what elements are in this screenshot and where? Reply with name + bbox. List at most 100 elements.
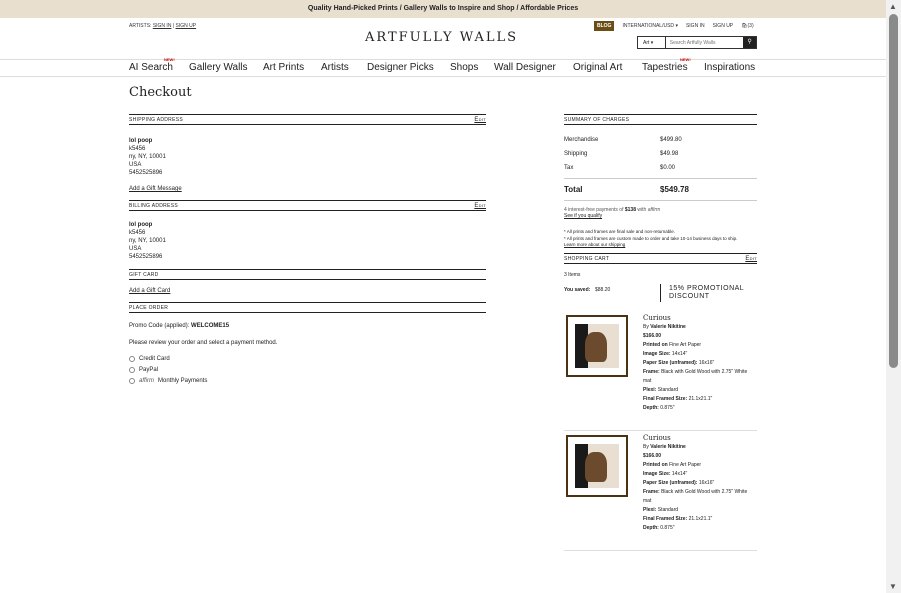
- promo-code: WELCOME15: [191, 323, 230, 329]
- learn-shipping-link[interactable]: Learn more about our shipping: [564, 242, 625, 247]
- shipping-note: * All prints and frames are custom made …: [564, 236, 738, 241]
- nav-art-prints[interactable]: Art Prints: [263, 62, 304, 73]
- sale-note: * All prints and frames are final sale a…: [564, 229, 676, 234]
- search-scope-select[interactable]: Art ▾: [638, 37, 666, 48]
- item-details: Curious By Valerie Nikitine $166.00 Prin…: [643, 433, 755, 533]
- nav-shops[interactable]: Shops: [450, 62, 478, 73]
- region-label: INTERNATIONAL/USD: [622, 23, 675, 29]
- search-button[interactable]: ⚲: [743, 37, 756, 48]
- radio-button[interactable]: [129, 378, 135, 384]
- scroll-down-icon[interactable]: ▼: [889, 582, 897, 591]
- cart-link[interactable]: 🛍(3): [741, 23, 753, 29]
- nav-inspirations[interactable]: Inspirations: [704, 62, 755, 73]
- see-if-qualify-link[interactable]: See if you qualify: [564, 213, 602, 219]
- image-size-label: Image Size:: [643, 351, 671, 357]
- billing-heading: Billing Address: [129, 202, 178, 209]
- billing-phone: 5452525896: [129, 254, 163, 260]
- scrollbar-thumb[interactable]: [889, 14, 898, 368]
- search-bar: Art ▾ ⚲: [637, 36, 757, 49]
- site-logo[interactable]: ARTFULLY WALLS: [365, 30, 518, 45]
- divider: [660, 284, 661, 302]
- plexi-value: Standard: [657, 507, 679, 513]
- item-artist[interactable]: Valerie Nikitine: [650, 324, 686, 330]
- billing-name: lol poop: [129, 222, 153, 228]
- billing-address: lol poop k5456 ny, NY, 10001 USA 5452525…: [129, 221, 486, 261]
- paper-size-label: Paper Size (unframed):: [643, 480, 698, 486]
- gift-card-heading: Gift Card: [129, 271, 159, 278]
- sign-in-link[interactable]: SIGN IN: [686, 23, 705, 29]
- cart-edit-link[interactable]: Edit: [745, 256, 757, 262]
- new-badge: NEW!: [680, 57, 691, 62]
- depth-value: 0.875": [660, 405, 675, 411]
- billing-edit-link[interactable]: Edit: [474, 203, 486, 209]
- item-price: $166.00: [643, 453, 662, 459]
- item-title[interactable]: Curious: [643, 433, 755, 443]
- summary-heading: Summary of Charges: [564, 116, 630, 123]
- plexi-label: Plexi:: [643, 387, 657, 393]
- artist-sign-in-link[interactable]: SIGN IN: [153, 23, 172, 29]
- credit-card-option[interactable]: Credit Card: [129, 356, 486, 362]
- billing-line2: ny, NY, 10001: [129, 238, 166, 244]
- frame-label: Frame:: [643, 489, 660, 495]
- search-input[interactable]: [665, 37, 744, 48]
- utility-links: BLOG INTERNATIONAL/USD ▾ SIGN IN SIGN UP…: [594, 21, 754, 31]
- item-price: $166.00: [643, 333, 662, 339]
- artist-sign-up-link[interactable]: SIGN UP: [176, 23, 197, 29]
- nav-original-art[interactable]: Original Art: [573, 62, 622, 73]
- promo-label: Promo Code (applied):: [129, 323, 190, 329]
- chevron-down-icon: ▾: [650, 40, 654, 46]
- shipping-edit-link[interactable]: Edit: [474, 117, 486, 123]
- charges-table: Merchandise $499.80 Shipping $49.98 Tax $0.…: [564, 133, 757, 200]
- radio-button[interactable]: [129, 367, 135, 373]
- monthly-payments-option[interactable]: affirm Monthly Payments: [129, 378, 486, 384]
- tax-label: Tax: [564, 165, 574, 171]
- frame-label: Frame:: [643, 369, 660, 375]
- cart-count-label: 3 Items: [564, 272, 581, 278]
- artwork-image: [575, 324, 619, 368]
- cart-header: Shopping Cart Edit: [564, 253, 757, 264]
- nav-designer-picks[interactable]: Designer Picks: [367, 62, 434, 73]
- sign-up-link[interactable]: SIGN UP: [713, 23, 734, 29]
- tax-row: Tax $0.00: [564, 161, 757, 175]
- nav-gallery-walls[interactable]: Gallery Walls: [189, 62, 248, 73]
- shipping-charge-label: Shipping: [564, 151, 588, 157]
- artwork-thumbnail[interactable]: [566, 315, 628, 377]
- search-scope-label: Art: [643, 40, 650, 46]
- add-gift-message-link[interactable]: Add a Gift Message: [129, 186, 182, 192]
- summary-header: Summary of Charges: [564, 114, 757, 125]
- image-size-label: Image Size:: [643, 471, 671, 477]
- shipping-row: Shipping $49.98: [564, 147, 757, 161]
- region-selector[interactable]: INTERNATIONAL/USD ▾: [622, 23, 678, 29]
- scroll-up-icon[interactable]: ▲: [889, 2, 897, 11]
- promo-discount: 15% PROMOTIONAL DISCOUNT: [669, 285, 744, 300]
- cart-items: Curious By Valerie Nikitine $166.00 Prin…: [564, 310, 757, 570]
- saved-value: $88.20: [595, 287, 611, 293]
- page-scrollbar[interactable]: ▲ ▼: [886, 0, 901, 593]
- credit-card-label: Credit Card: [139, 356, 170, 362]
- shipping-heading: Shipping Address: [129, 116, 183, 123]
- paypal-option[interactable]: PayPal: [129, 367, 486, 373]
- place-order-heading: Place Order: [129, 304, 169, 311]
- place-order-header: Place Order: [129, 302, 486, 313]
- nav-tapestries[interactable]: Tapestries: [642, 62, 688, 73]
- tax-value: $0.00: [660, 165, 676, 171]
- nav-artists[interactable]: Artists: [321, 62, 349, 73]
- nav-ai-search[interactable]: AI Search: [129, 62, 173, 73]
- checkout-right-column: Summary of Charges Merchandise $499.80 Sh…: [564, 114, 757, 570]
- radio-button[interactable]: [129, 356, 135, 362]
- blog-link[interactable]: BLOG: [594, 21, 615, 31]
- item-title[interactable]: Curious: [643, 313, 755, 323]
- shipping-country: USA: [129, 162, 142, 168]
- shipping-name: lol poop: [129, 138, 153, 144]
- horse-figure: [585, 332, 607, 362]
- plexi-label: Plexi:: [643, 507, 657, 513]
- printed-value: Fine Art Paper: [669, 462, 702, 468]
- item-artist[interactable]: Valerie Nikitine: [650, 444, 686, 450]
- shipping-line2: ny, NY, 10001: [129, 154, 166, 160]
- nav-wall-designer[interactable]: Wall Designer: [494, 62, 556, 73]
- final-size-value: 21.1x21.1": [688, 396, 713, 402]
- total-row: Total $549.78: [564, 178, 757, 200]
- merchandise-value: $499.80: [660, 137, 682, 143]
- artwork-thumbnail[interactable]: [566, 435, 628, 497]
- add-gift-card-link[interactable]: Add a Gift Card: [129, 288, 170, 294]
